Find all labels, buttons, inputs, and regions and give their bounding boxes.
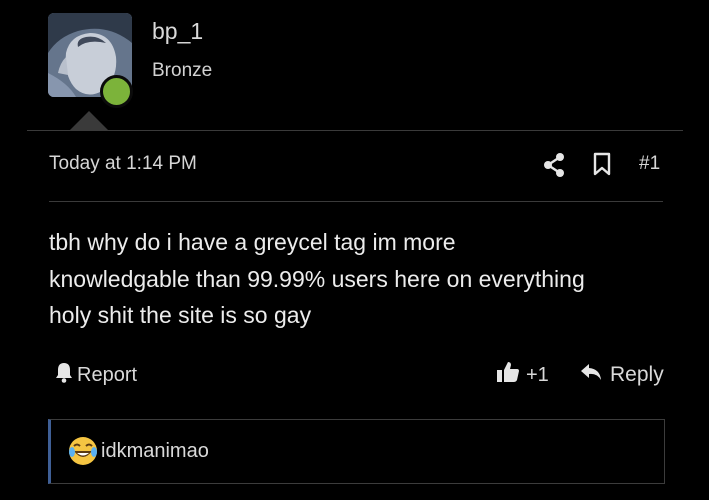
reply-label: Reply <box>610 363 664 386</box>
thumbs-up-icon <box>496 360 526 390</box>
online-status-dot <box>100 75 133 108</box>
post-divider <box>49 201 663 202</box>
report-label: Report <box>77 363 138 386</box>
bell-icon <box>54 361 77 389</box>
reply-button[interactable]: Reply <box>580 362 664 388</box>
username[interactable]: bp_1 <box>152 18 203 45</box>
post-message: tbh why do i have a greycel tag im more … <box>49 229 585 328</box>
post-timestamp[interactable]: Today at 1:14 PM <box>49 153 197 175</box>
like-button[interactable]: +1 <box>496 362 549 388</box>
reply-arrow-icon <box>580 362 610 388</box>
bookmark-icon[interactable] <box>592 152 612 176</box>
avatar-pointer <box>70 111 108 130</box>
reactions-bar: idkmanimao <box>48 419 665 484</box>
report-button[interactable]: Report <box>54 362 137 388</box>
share-icon[interactable] <box>542 152 566 178</box>
like-count: +1 <box>526 363 549 386</box>
user-rank: Bronze <box>152 60 213 81</box>
laughing-tears-emoji-icon[interactable] <box>68 436 98 466</box>
post-number-link[interactable]: #1 <box>639 153 660 175</box>
header-divider <box>27 130 683 131</box>
reaction-user-link[interactable]: idkmanimao <box>101 440 209 463</box>
